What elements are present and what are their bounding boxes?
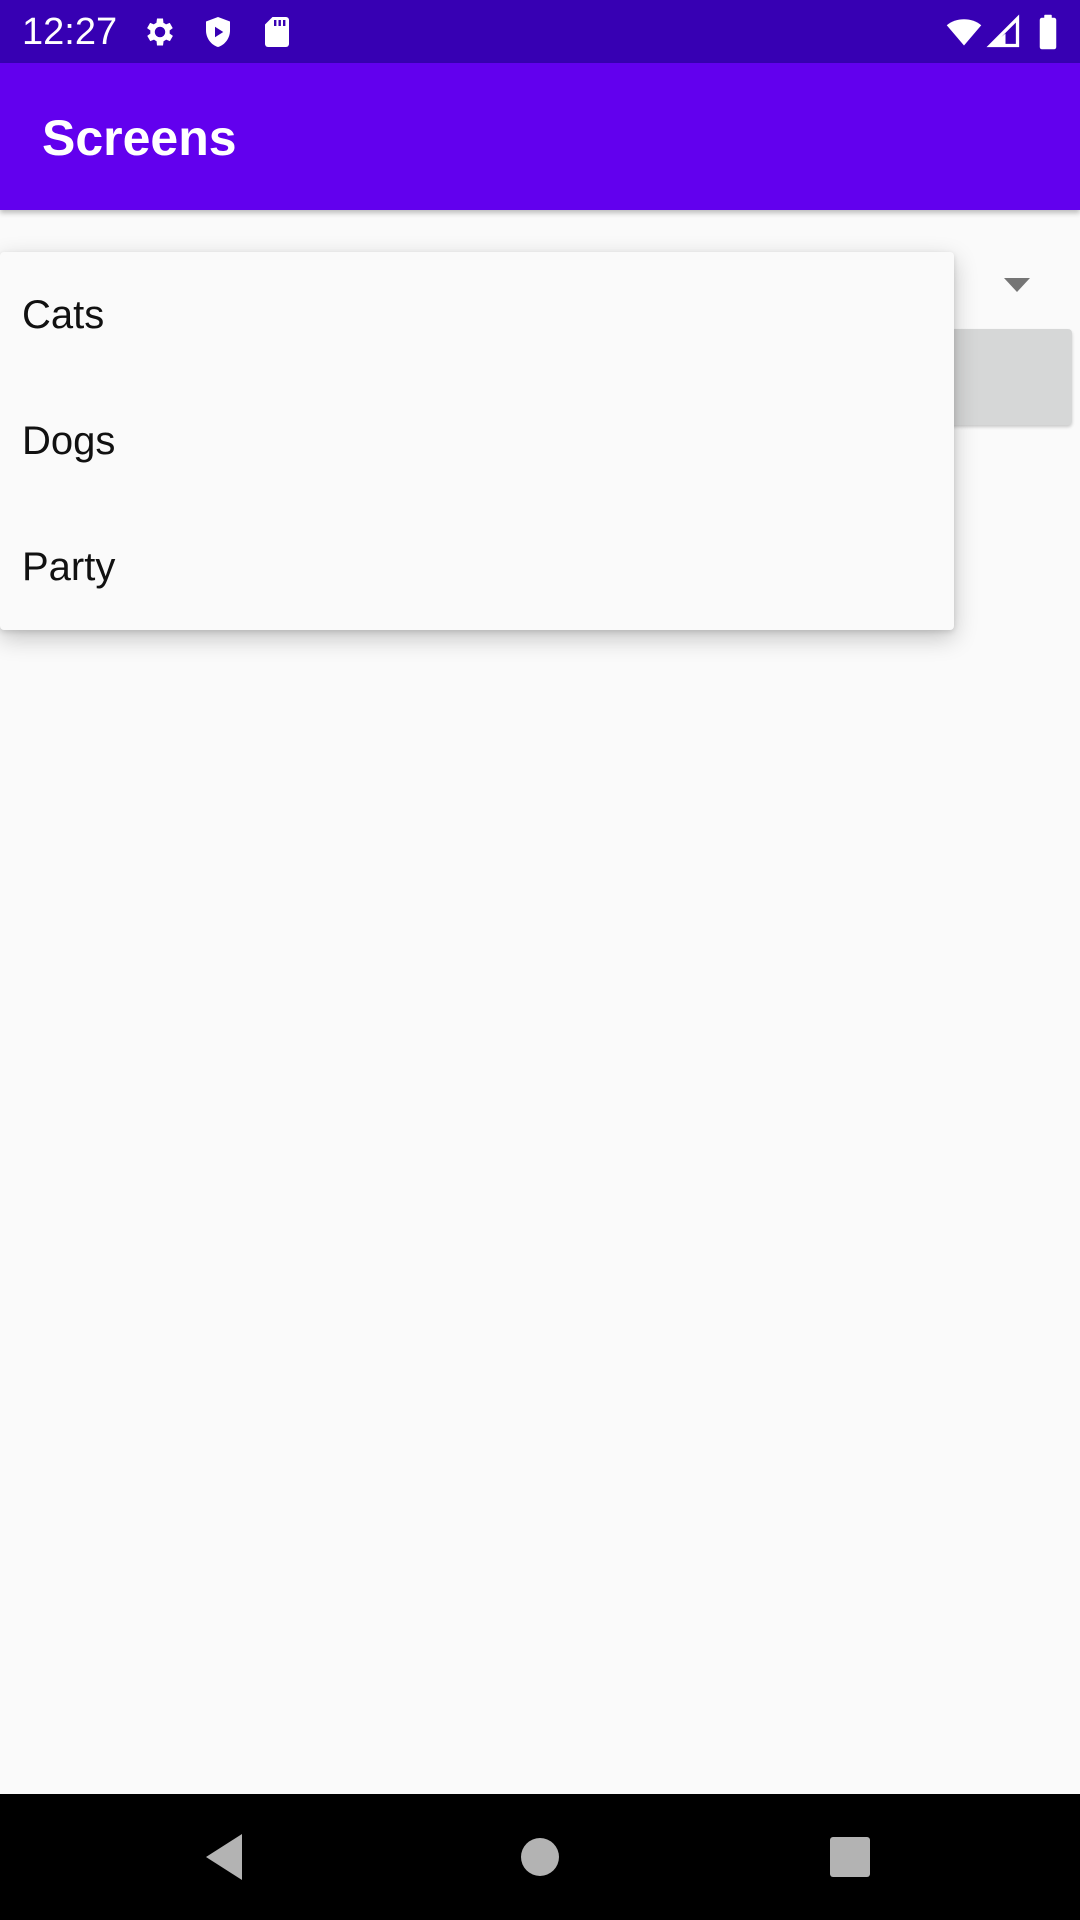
navigation-bar xyxy=(0,1794,1080,1920)
dropdown-popup: Cats Dogs Party xyxy=(0,252,954,630)
dropdown-item-dogs[interactable]: Dogs xyxy=(0,378,954,504)
dropdown-arrow-icon[interactable] xyxy=(1004,278,1030,292)
dropdown-item-party[interactable]: Party xyxy=(0,504,954,630)
app-bar: Screens xyxy=(0,63,1080,210)
back-icon[interactable] xyxy=(198,1830,252,1884)
sd-card-icon xyxy=(259,14,295,50)
dropdown-item-cats[interactable]: Cats xyxy=(0,252,954,378)
home-icon[interactable] xyxy=(513,1830,567,1884)
wifi-icon xyxy=(944,14,984,50)
gear-icon xyxy=(142,14,178,50)
recents-icon[interactable] xyxy=(823,1830,877,1884)
status-time: 12:27 xyxy=(22,11,118,53)
status-bar: 12:27 xyxy=(0,0,1080,63)
cell-signal-icon xyxy=(986,14,1022,50)
app-title: Screens xyxy=(42,110,237,166)
shield-play-icon xyxy=(200,14,236,50)
battery-icon xyxy=(1036,14,1060,50)
